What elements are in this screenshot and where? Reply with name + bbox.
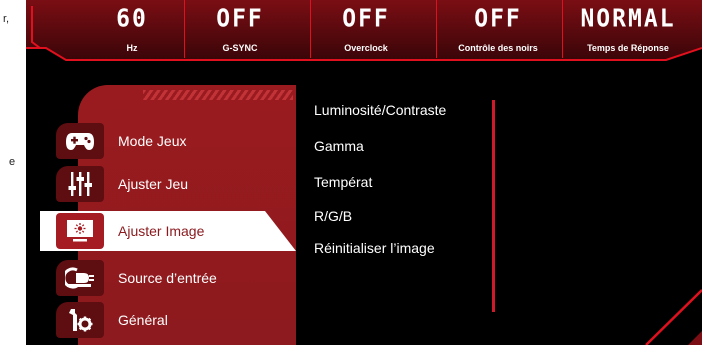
response-time-value: NORMAL [580,4,676,34]
status-gsync: OFF G-SYNC [190,0,290,72]
overclock-value: OFF [342,4,390,34]
status-black-stabilizer: OFF Contrôle des noirs [442,0,554,72]
menu-item-game-mode[interactable]: Mode Jeux [40,121,296,161]
corner-accent [645,289,702,345]
submenu-divider [492,100,495,312]
status-overclock: OFF Overclock [316,0,416,72]
gsync-value: OFF [216,4,264,34]
sliders-icon [56,166,104,202]
wrench-gear-icon [56,302,104,338]
status-refresh-rate: 60 Hz [82,0,182,72]
menu-item-general[interactable]: Général [40,300,296,340]
status-separator [562,0,563,58]
black-stabilizer-value: OFF [474,4,522,34]
menu-item-game-adjust[interactable]: Ajuster Jeu [40,164,296,204]
input-source-icon [56,260,104,296]
clipped-text-fragment: r, [3,13,10,25]
submenu-item-reset-picture[interactable]: Réinitialiser l’image [314,240,435,256]
menu-item-input-source[interactable]: Source d’entrée [40,258,296,298]
submenu-item-brightness-contrast[interactable]: Luminosité/Contraste [314,102,446,118]
submenu-item-gamma[interactable]: Gamma [314,138,364,154]
submenu-item-rgb[interactable]: R/G/B [314,208,352,224]
response-time-label: Temps de Réponse [587,43,669,53]
monitor-brightness-icon [56,213,104,249]
menu-item-label: Ajuster Image [118,223,205,239]
clipped-text-fragment: e [9,156,16,168]
status-separator [436,0,437,58]
overclock-label: Overclock [344,43,388,53]
black-stabilizer-label: Contrôle des noirs [458,43,538,53]
osd-window: 60 Hz OFF G-SYNC OFF Overclock OFF Contr… [26,0,702,345]
status-response-time: NORMAL Temps de Réponse [566,0,690,72]
menu-item-label: Mode Jeux [118,133,187,149]
gamepad-icon [56,123,104,159]
decorative-hatch [143,90,293,100]
status-separator [310,0,311,58]
menu-item-picture-adjust[interactable]: Ajuster Image [40,211,296,251]
refresh-rate-value: 60 [116,4,148,34]
menu-item-label: Ajuster Jeu [118,176,189,192]
refresh-rate-label: Hz [126,43,138,53]
menu-item-label: Source d’entrée [118,270,217,286]
status-separator [184,0,185,58]
gsync-label: G-SYNC [222,43,258,53]
submenu-item-color-temp[interactable]: Températ [314,174,372,190]
menu-item-label: Général [118,312,168,328]
